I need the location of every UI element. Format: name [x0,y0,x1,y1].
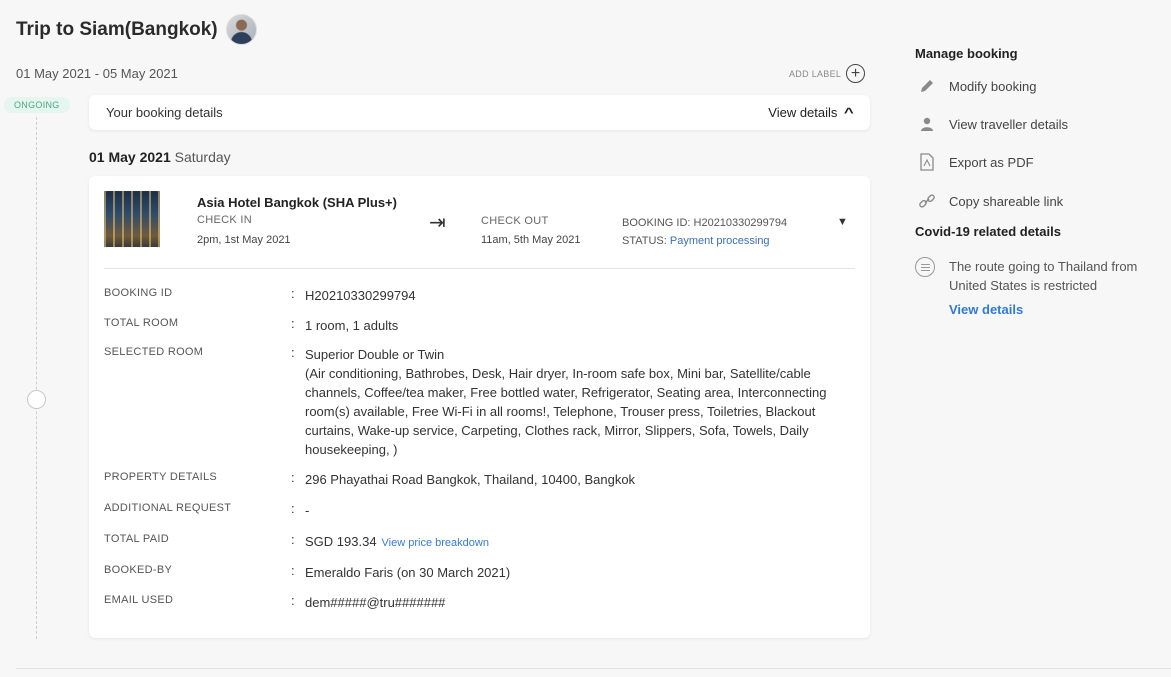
booking-status: STATUS: Payment processing [622,235,770,247]
detail-row-selected-room: SELECTED ROOM : Superior Double or Twin … [104,345,856,459]
export-pdf-button[interactable]: Export as PDF [915,152,1034,172]
room-type: Superior Double or Twin [305,347,445,362]
covid-heading: Covid-19 related details [915,224,1061,239]
check-in-label: CHECK IN [197,214,252,226]
detail-key: BOOKED-BY [104,564,173,576]
detail-colon: : [291,593,295,608]
detail-colon: : [291,345,295,360]
view-traveller-details-label: View traveller details [949,116,1068,132]
detail-key: TOTAL PAID [104,533,169,545]
manage-booking-heading: Manage booking [915,46,1018,61]
detail-colon: : [291,316,295,331]
status-badge: ONGOING [4,97,70,113]
card-divider [104,268,855,269]
copy-shareable-link-label: Copy shareable link [949,193,1064,209]
covid-view-details-link[interactable]: View details [949,302,1023,317]
add-label-button[interactable]: ADD LABEL + [789,64,866,83]
day-date: 01 May 2021 [89,149,171,165]
trip-title-text: Trip to Siam(Bangkok) [16,18,218,40]
detail-key: TOTAL ROOM [104,317,179,329]
status-value: Payment processing [669,235,770,247]
view-traveller-details-button[interactable]: View traveller details [915,114,1068,134]
detail-colon: : [291,470,295,485]
detail-colon: : [291,286,295,301]
total-paid-amount: SGD 193.34 [305,534,377,549]
page-divider [16,668,1171,669]
detail-row-booking-id: BOOKING ID : H20210330299794 [104,286,856,305]
caret-down-icon[interactable]: ▼ [837,216,848,228]
detail-row-total-room: TOTAL ROOM : 1 room, 1 adults [104,316,856,335]
detail-value: H20210330299794 [305,288,416,303]
notice-icon [915,257,935,277]
view-details-text: View details [768,105,838,120]
day-heading: 01 May 2021 Saturday [89,149,231,165]
detail-row-additional-request: ADDITIONAL REQUEST : - [104,501,856,520]
pdf-icon [915,152,939,172]
check-in-time: 2pm, 1st May 2021 [197,234,291,246]
trip-title: Trip to Siam(Bangkok) [16,14,257,45]
trip-date-range: 01 May 2021 - 05 May 2021 [16,66,178,81]
booking-id-summary: BOOKING ID: H20210330299794 [622,217,788,229]
booking-details-label: Your booking details [106,105,223,120]
detail-value: dem#####@tru####### [305,595,446,610]
booking-card: Asia Hotel Bangkok (SHA Plus+) CHECK IN … [89,176,870,638]
detail-key: BOOKING ID [104,287,173,299]
detail-row-property: PROPERTY DETAILS : 296 Phayathai Road Ba… [104,470,856,489]
hotel-thumbnail[interactable] [104,191,160,247]
detail-row-total-paid: TOTAL PAID : SGD 193.34 View price breakd… [104,532,856,553]
link-icon [915,191,939,211]
copy-shareable-link-button[interactable]: Copy shareable link [915,191,1063,211]
view-details-toggle[interactable]: View details ^ [768,105,855,120]
detail-key: PROPERTY DETAILS [104,471,218,483]
check-out-label: CHECK OUT [481,215,549,227]
covid-notice-text: The route going to Thailand from United … [949,259,1138,293]
detail-row-booked-by: BOOKED-BY : Emeraldo Faris (on 30 March … [104,563,856,582]
detail-value: 1 room, 1 adults [305,318,399,333]
detail-value: Emeraldo Faris (on 30 March 2021) [305,565,511,580]
booking-details-bar: Your booking details View details ^ [89,95,870,130]
chevron-up-icon: ^ [844,105,855,120]
pencil-icon [915,76,939,96]
detail-colon: : [291,532,295,547]
modify-booking-label: Modify booking [949,78,1037,94]
detail-value: SGD 193.34 View price breakdown [305,532,856,553]
timeline-line [36,117,37,639]
view-price-breakdown-link[interactable]: View price breakdown [382,537,489,549]
arrow-right-to-bar-icon: ⇥ [429,212,446,234]
detail-colon: : [291,501,295,516]
modify-booking-button[interactable]: Modify booking [915,76,1036,96]
detail-value: 296 Phayathai Road Bangkok, Thailand, 10… [305,472,636,487]
person-icon [915,114,939,134]
avatar[interactable] [225,14,257,45]
hotel-name: Asia Hotel Bangkok (SHA Plus+) [197,195,397,210]
detail-key: EMAIL USED [104,594,174,606]
detail-value: Superior Double or Twin (Air conditionin… [305,345,856,459]
detail-key: ADDITIONAL REQUEST [104,502,232,514]
room-amenities: (Air conditioning, Bathrobes, Desk, Hair… [305,366,827,457]
detail-row-email: EMAIL USED : dem#####@tru####### [104,593,856,612]
check-out-time: 11am, 5th May 2021 [481,234,581,246]
day-weekday: Saturday [174,149,231,165]
plus-circle-icon[interactable]: + [846,64,866,83]
add-label-text: ADD LABEL [789,68,842,79]
detail-value: - [305,503,310,518]
export-pdf-label: Export as PDF [949,154,1034,170]
timeline-dot [27,390,46,409]
status-prefix: STATUS: [622,235,667,247]
detail-key: SELECTED ROOM [104,346,204,358]
detail-colon: : [291,563,295,578]
